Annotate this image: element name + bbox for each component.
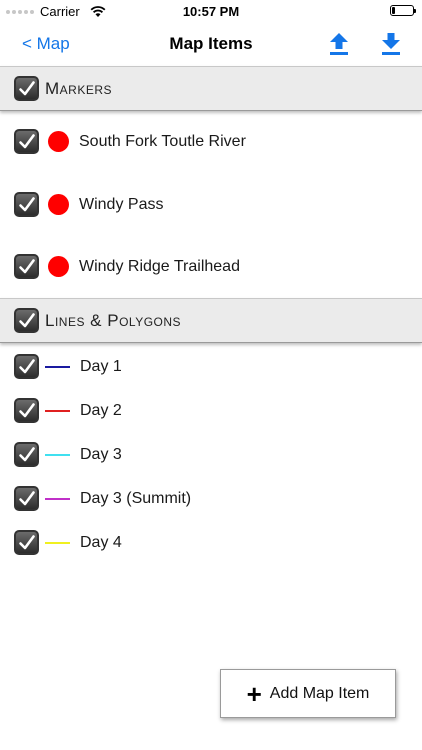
line-checkbox[interactable] [14, 530, 39, 555]
marker-dot-icon [48, 256, 69, 277]
checkmark-icon [18, 133, 35, 148]
line-swatch-icon [45, 541, 70, 544]
line-swatch-icon [45, 497, 70, 500]
plus-icon: + [246, 678, 262, 709]
line-label: Day 1 [80, 357, 122, 375]
checkmark-icon [18, 196, 35, 211]
marker-label: South Fork Toutle River [79, 132, 246, 150]
line-label: Day 3 [80, 445, 122, 463]
checkmark-icon [18, 358, 35, 373]
line-label: Day 4 [80, 533, 122, 551]
line-checkbox[interactable] [14, 486, 39, 511]
checkmark-icon [18, 402, 35, 417]
checkmark-icon [18, 446, 35, 461]
battery-icon [390, 5, 416, 16]
line-row[interactable]: Day 3 (Summit) [14, 486, 191, 511]
markers-section-title: Markers [45, 78, 113, 98]
line-checkbox[interactable] [14, 398, 39, 423]
marker-checkbox[interactable] [14, 192, 39, 217]
status-bar: Carrier 10:57 PM [0, 0, 422, 22]
download-icon[interactable] [380, 31, 402, 57]
line-row[interactable]: Day 4 [14, 530, 122, 555]
lines-section-title: Lines & Polygons [45, 310, 182, 330]
marker-row[interactable]: Windy Pass [14, 192, 163, 217]
checkmark-icon [18, 312, 35, 327]
nav-bar: < Map Map Items [0, 22, 422, 66]
line-row[interactable]: Day 2 [14, 398, 122, 423]
line-label: Day 3 (Summit) [80, 489, 192, 507]
lines-select-all-checkbox[interactable] [14, 308, 39, 333]
line-swatch-icon [45, 453, 70, 456]
line-label: Day 2 [80, 401, 122, 419]
lines-section-header: Lines & Polygons [0, 298, 422, 343]
add-map-item-label: Add Map Item [269, 684, 370, 702]
marker-checkbox[interactable] [14, 254, 39, 279]
marker-dot-icon [48, 194, 69, 215]
marker-dot-icon [48, 131, 69, 152]
upload-icon[interactable] [328, 31, 350, 57]
checkmark-icon [18, 80, 35, 95]
line-swatch-icon [45, 409, 70, 412]
markers-section-header: Markers [0, 66, 422, 111]
marker-label: Windy Ridge Trailhead [79, 257, 240, 275]
line-checkbox[interactable] [14, 442, 39, 467]
marker-checkbox[interactable] [14, 129, 39, 154]
add-map-item-button[interactable]: + Add Map Item [220, 669, 396, 718]
page-title: Map Items [169, 34, 253, 53]
checkmark-icon [18, 258, 35, 273]
line-swatch-icon [45, 365, 70, 368]
line-row[interactable]: Day 1 [14, 354, 122, 379]
checkmark-icon [18, 534, 35, 549]
marker-row[interactable]: South Fork Toutle River [14, 129, 246, 154]
markers-select-all-checkbox[interactable] [14, 76, 39, 101]
line-row[interactable]: Day 3 [14, 442, 122, 467]
line-checkbox[interactable] [14, 354, 39, 379]
marker-label: Windy Pass [79, 195, 164, 213]
checkmark-icon [18, 490, 35, 505]
status-time: 10:57 PM [182, 4, 240, 19]
marker-row[interactable]: Windy Ridge Trailhead [14, 254, 240, 279]
